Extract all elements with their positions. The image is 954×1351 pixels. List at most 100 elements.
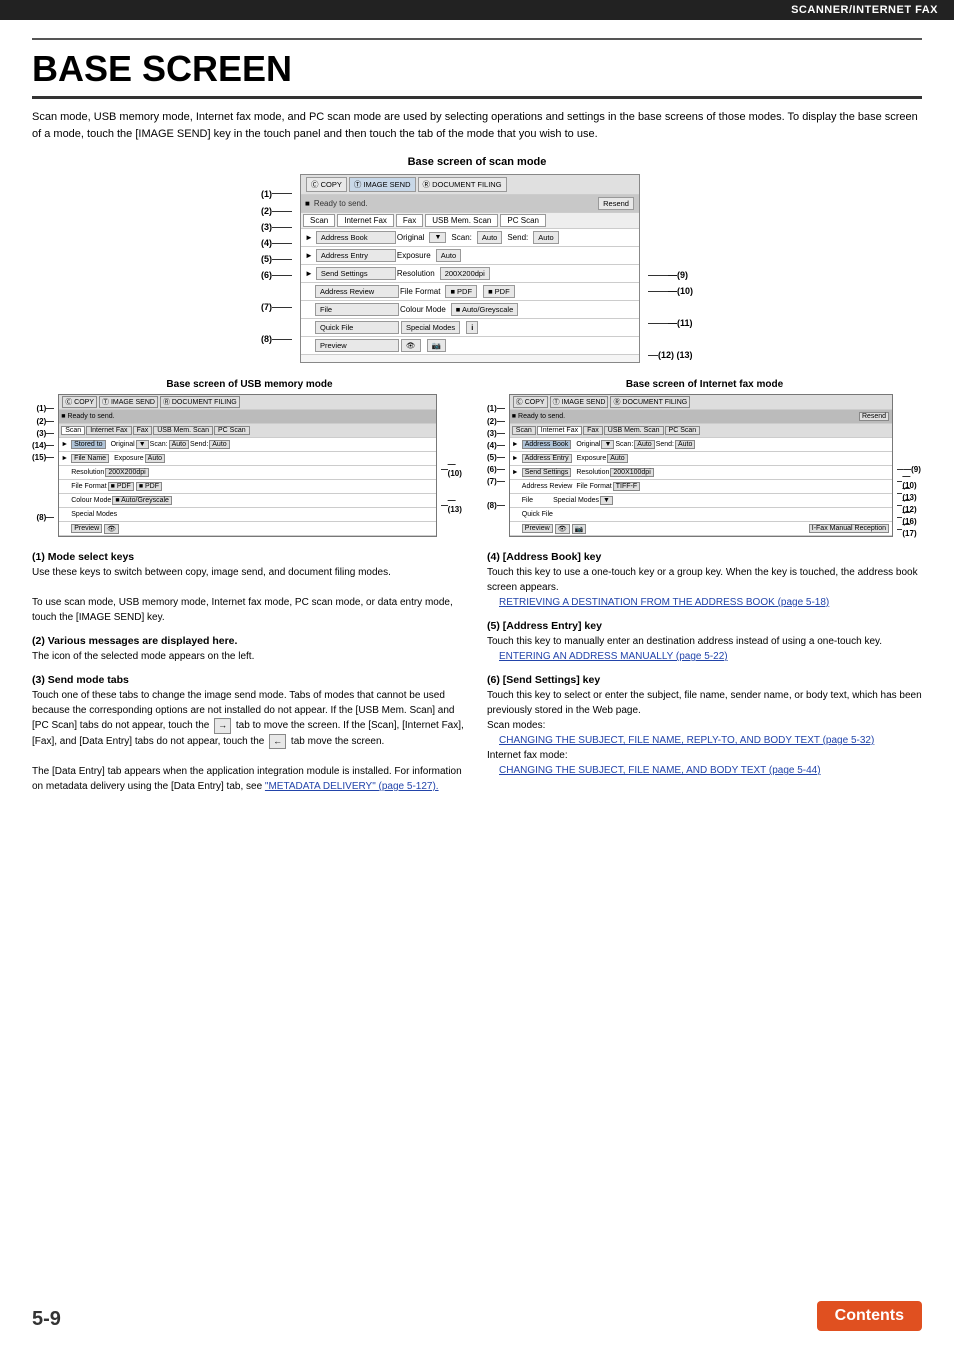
usb-mem-tab[interactable]: USB Mem. Scan bbox=[425, 214, 498, 227]
usb-title: Base screen of USB memory mode bbox=[32, 379, 467, 390]
ifax-scan-auto[interactable]: Auto bbox=[634, 440, 654, 449]
pc-scan-tab[interactable]: PC Scan bbox=[500, 214, 546, 227]
usb-prev-icon[interactable]: 👁 bbox=[104, 524, 119, 534]
address-entry-btn[interactable]: Address Entry bbox=[316, 249, 396, 262]
file-format-label: File Format bbox=[400, 287, 440, 296]
ifax-usb-tab[interactable]: USB Mem. Scan bbox=[604, 426, 664, 435]
ifax-c3: (3) bbox=[487, 429, 497, 438]
special-modes-btn[interactable]: Special Modes bbox=[401, 321, 460, 334]
address-book-btn[interactable]: Address Book bbox=[316, 231, 396, 244]
scan-tab[interactable]: Scan bbox=[303, 214, 335, 227]
usb-c2: (2) bbox=[36, 417, 46, 426]
usb-copy-tab[interactable]: Ⓒ COPY bbox=[62, 396, 97, 408]
scan-auto-btn[interactable]: Auto bbox=[477, 231, 502, 244]
file-format-btn2[interactable]: ■ PDF bbox=[483, 285, 515, 298]
ifax-scan-tab[interactable]: Scan bbox=[512, 426, 536, 435]
usb-filename-row: ► File Name Exposure Auto bbox=[59, 452, 435, 466]
usb-scan-auto[interactable]: Auto bbox=[169, 440, 189, 449]
ifax-preview-btn[interactable]: Preview bbox=[522, 524, 553, 533]
i-btn[interactable]: i bbox=[466, 321, 478, 334]
ifax-pc-tab[interactable]: PC Scan bbox=[665, 426, 701, 435]
send-settings-ifax-link[interactable]: CHANGING THE SUBJECT, FILE NAME, AND BOD… bbox=[499, 765, 821, 776]
usb-scan-tab[interactable]: Scan bbox=[61, 426, 85, 435]
preview-btn[interactable]: Preview bbox=[315, 339, 399, 352]
quick-file-btn[interactable]: Quick File bbox=[315, 321, 399, 334]
colour-mode-btn[interactable]: ■ Auto/Greyscale bbox=[451, 303, 518, 316]
usb-usb-tab[interactable]: USB Mem. Scan bbox=[153, 426, 213, 435]
internet-fax-tab[interactable]: Internet Fax bbox=[337, 214, 394, 227]
ifax-manual-btn[interactable]: I-Fax Manual Reception bbox=[809, 524, 889, 533]
usb-doc-filing-tab[interactable]: Ⓡ DOCUMENT FILING bbox=[160, 396, 240, 408]
resolution-btn[interactable]: 200X200dpi bbox=[440, 267, 490, 280]
usb-send-auto[interactable]: Auto bbox=[209, 440, 229, 449]
usb-pcscan-tab[interactable]: PC Scan bbox=[214, 426, 250, 435]
desc-5-text: Touch this key to manually enter an dest… bbox=[487, 634, 922, 664]
exposure-btn[interactable]: Auto bbox=[436, 249, 461, 262]
usb-preview-btn[interactable]: Preview bbox=[71, 524, 102, 533]
addr-entry-link[interactable]: ENTERING AN ADDRESS MANUALLY (page 5-22) bbox=[499, 651, 728, 662]
ifax-special-btn[interactable]: ▼ bbox=[600, 496, 613, 505]
usb-ifax-tab[interactable]: Internet Fax bbox=[86, 426, 131, 435]
copy-tab[interactable]: Ⓒ COPY bbox=[306, 177, 347, 192]
resend-btn[interactable]: Resend bbox=[598, 197, 634, 210]
address-review-btn[interactable]: Address Review bbox=[315, 285, 399, 298]
ifax-sendset-btn[interactable]: Send Settings bbox=[522, 468, 572, 477]
usb-filename-btn[interactable]: File Name bbox=[71, 454, 109, 463]
metadata-link[interactable]: "METADATA DELIVERY" (page 5-127). bbox=[265, 781, 439, 792]
arrow-right-box: → bbox=[214, 718, 231, 734]
usb-orig-btn[interactable]: ▼ bbox=[136, 440, 149, 449]
desc-item-4: (4) [Address Book] key Touch this key to… bbox=[487, 551, 922, 610]
ifax-send-auto[interactable]: Auto bbox=[675, 440, 695, 449]
desc-4-text: Touch this key to use a one-touch key or… bbox=[487, 565, 922, 610]
desc-3-text: Touch one of these tabs to change the im… bbox=[32, 688, 467, 794]
ifax-fax-tab[interactable]: Fax bbox=[583, 426, 603, 435]
page-header: SCANNER/INTERNET FAX bbox=[0, 0, 954, 20]
colour-mode-label: Colour Mode bbox=[400, 305, 446, 314]
desc-item-2: (2) Various messages are displayed here.… bbox=[32, 635, 467, 664]
usb-image-send-tab[interactable]: Ⓣ IMAGE SEND bbox=[99, 396, 158, 408]
usb-c1: (1) bbox=[36, 404, 46, 413]
ifax-image-send-tab[interactable]: Ⓣ IMAGE SEND bbox=[550, 396, 609, 408]
preview-icon-btn[interactable]: 👁 bbox=[401, 339, 421, 352]
usb-exp-auto[interactable]: Auto bbox=[145, 454, 165, 463]
ifax-ifax-tab[interactable]: Internet Fax bbox=[537, 426, 582, 435]
ifax-copy-tab[interactable]: Ⓒ COPY bbox=[513, 396, 548, 408]
ifax-resend-btn[interactable]: Resend bbox=[859, 412, 889, 421]
ifax-orig-btn[interactable]: ▼ bbox=[601, 440, 614, 449]
ifax-doc-filing-tab[interactable]: Ⓡ DOCUMENT FILING bbox=[610, 396, 690, 408]
addr-book-link[interactable]: RETRIEVING A DESTINATION FROM THE ADDRES… bbox=[499, 597, 829, 608]
arrow-left-box: ← bbox=[269, 734, 286, 750]
send-auto-btn[interactable]: Auto bbox=[533, 231, 558, 244]
document-filing-tab[interactable]: Ⓡ DOCUMENT FILING bbox=[418, 177, 507, 192]
ifax-ff-btn[interactable]: TIFF-F bbox=[613, 482, 640, 491]
scan-screen-mockup: Ⓒ COPY Ⓣ IMAGE SEND Ⓡ DOCUMENT FILING ■ … bbox=[300, 174, 640, 363]
image-send-tab[interactable]: Ⓣ IMAGE SEND bbox=[349, 177, 416, 192]
usb-preview-row: Preview 👁 bbox=[59, 522, 435, 536]
scan-callout-9: —(9) bbox=[668, 270, 688, 280]
desc-6-text: Touch this key to select or enter the su… bbox=[487, 688, 922, 778]
usb-res-btn[interactable]: 200X200dpi bbox=[105, 468, 148, 477]
desc-col-right: (4) [Address Book] key Touch this key to… bbox=[487, 551, 922, 804]
ifax-res-btn[interactable]: 200X100dpi bbox=[610, 468, 653, 477]
ifax-prev-icon2[interactable]: 📷 bbox=[572, 524, 587, 534]
scan-callout-12: (12) (13) bbox=[658, 350, 693, 360]
file-btn[interactable]: File bbox=[315, 303, 399, 316]
ifax-addrbook-btn[interactable]: Address Book bbox=[522, 440, 572, 449]
usb-ff-btn2[interactable]: ■ PDF bbox=[136, 482, 162, 491]
contents-button[interactable]: Contents bbox=[817, 1301, 922, 1331]
send-settings-btn[interactable]: Send Settings bbox=[316, 267, 396, 280]
file-format-btn[interactable]: ■ PDF bbox=[445, 285, 477, 298]
scan-mode-title: Base screen of scan mode bbox=[408, 156, 547, 168]
original-btn[interactable]: ▼ bbox=[429, 232, 446, 243]
fax-tab[interactable]: Fax bbox=[396, 214, 423, 227]
ifax-addrentry-btn[interactable]: Address Entry bbox=[522, 454, 572, 463]
ifax-prev-icon[interactable]: 👁 bbox=[555, 524, 570, 534]
usb-ff-btn[interactable]: ■ PDF bbox=[108, 482, 134, 491]
usb-fax-tab[interactable]: Fax bbox=[133, 426, 153, 435]
usb-stored-btn[interactable]: Stored to bbox=[71, 440, 105, 449]
status-label: Ready to send. bbox=[314, 199, 368, 208]
ifax-exp-auto[interactable]: Auto bbox=[607, 454, 627, 463]
send-settings-scan-link[interactable]: CHANGING THE SUBJECT, FILE NAME, REPLY-T… bbox=[499, 735, 874, 746]
usb-cm-btn[interactable]: ■ Auto/Greyscale bbox=[112, 496, 172, 505]
preview-icon2-btn[interactable]: 📷 bbox=[427, 339, 446, 352]
